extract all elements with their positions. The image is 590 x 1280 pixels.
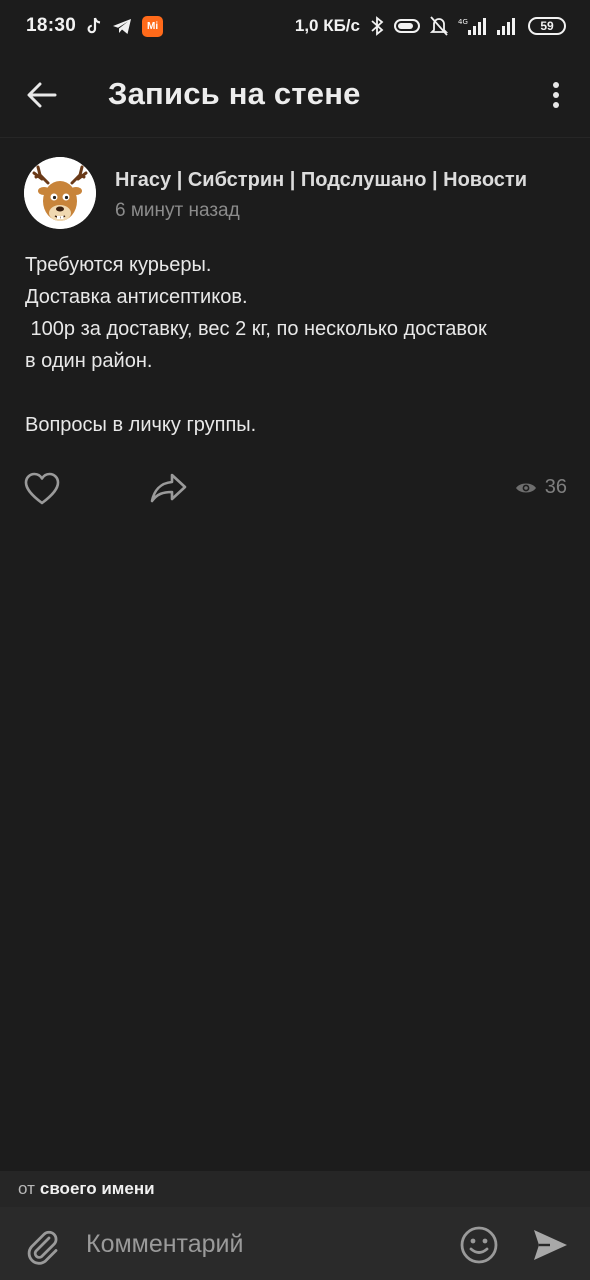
bluetooth-icon: [370, 16, 384, 36]
comment-composer: [0, 1207, 590, 1280]
post-time: 6 минут назад: [115, 200, 240, 221]
emoji-button[interactable]: [459, 1225, 499, 1265]
smiley-icon: [460, 1226, 498, 1264]
post-text-line: Доставка антисептиков.: [25, 286, 248, 308]
post-text-line: Требуются курьеры.: [25, 254, 212, 276]
battery-icon: 59: [528, 17, 566, 35]
tiktok-icon: [86, 17, 102, 35]
post-text-line: Вопросы в личку группы.: [25, 414, 257, 436]
attach-button[interactable]: [22, 1225, 62, 1265]
arrow-left-icon: [27, 82, 57, 108]
status-time: 18:30: [26, 15, 77, 36]
mi-app-icon: Mi: [142, 15, 164, 37]
post-text: Требуются курьеры. Доставка антисептиков…: [25, 249, 570, 441]
share-arrow-icon: [150, 473, 187, 503]
post-text-line: в один район.: [25, 350, 153, 372]
status-bar: 18:30 Mi 1,0 КБ/с 4G 59: [0, 0, 590, 52]
vpn-pill-icon: [394, 18, 420, 34]
more-options-button[interactable]: [542, 76, 570, 114]
avatar[interactable]: [24, 157, 96, 229]
page-title: Запись на стене: [108, 76, 361, 111]
status-right: 1,0 КБ/с 4G 59: [295, 16, 566, 36]
more-vertical-icon: [553, 82, 559, 108]
paperclip-icon: [27, 1230, 58, 1265]
views-count: 36: [544, 476, 567, 498]
author-name[interactable]: Нгасу | Сибстрин | Подслушано | Новости: [115, 169, 561, 192]
share-button[interactable]: [150, 472, 188, 508]
network-speed: 1,0 КБ/с: [294, 16, 360, 35]
post-text-line: 100р за доставку, вес 2 кг, по несколько…: [25, 318, 487, 340]
comment-input[interactable]: [86, 1223, 436, 1265]
comment-as-selector[interactable]: от своего имени: [0, 1171, 590, 1207]
like-button[interactable]: [24, 472, 60, 508]
back-button[interactable]: [20, 76, 64, 114]
post-author[interactable]: Нгасу | Сибстрин | Подслушано | Новости …: [24, 157, 566, 229]
post-text-line: [25, 377, 570, 409]
svg-text:4G: 4G: [458, 18, 468, 26]
status-left: 18:30 Mi: [26, 15, 164, 37]
eye-icon: [515, 483, 536, 492]
heart-icon: [24, 472, 60, 505]
comment-as-value[interactable]: своего имени: [40, 1179, 155, 1199]
comment-as-prefix: от: [18, 1179, 35, 1198]
deer-avatar-icon: [24, 157, 96, 229]
signal-icon: [496, 16, 518, 36]
send-icon: [534, 1230, 567, 1260]
views-counter: 36: [515, 476, 567, 499]
send-button[interactable]: [530, 1225, 570, 1265]
screen: 18:30 Mi 1,0 КБ/с 4G 59 Запись на стене …: [0, 0, 590, 1280]
app-header: Запись на стене: [0, 52, 590, 138]
signal-4g-icon: 4G: [458, 16, 486, 36]
post-actions: 36: [24, 470, 569, 510]
mute-bell-icon: [430, 16, 448, 36]
telegram-icon: [112, 18, 132, 35]
